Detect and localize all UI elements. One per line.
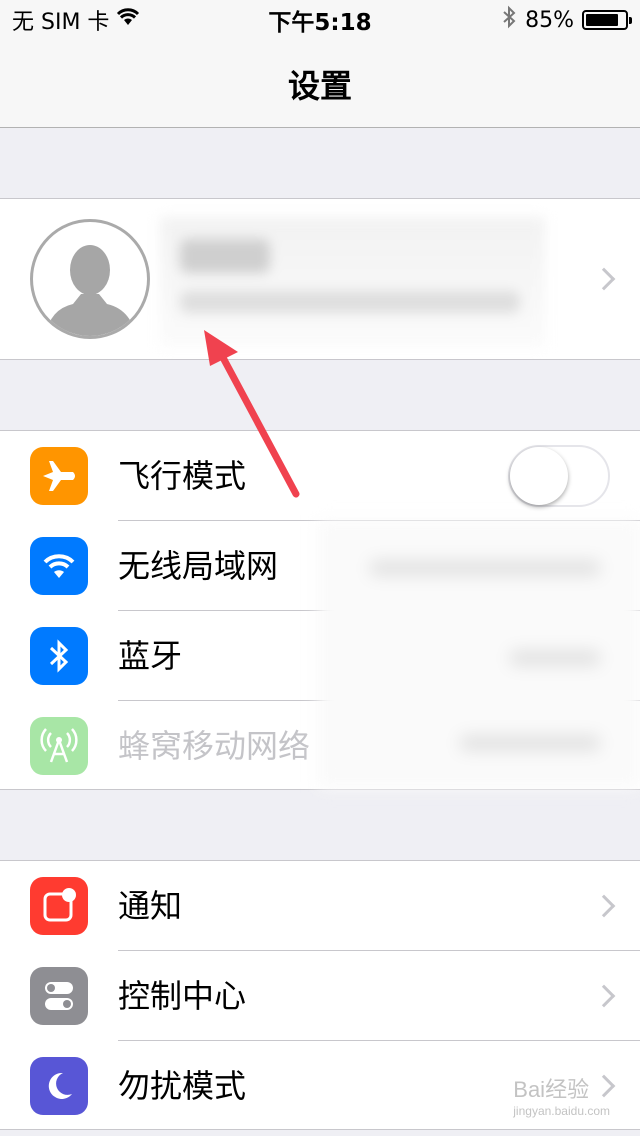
battery-percent: 85% (525, 7, 574, 33)
notifications-icon (30, 877, 88, 935)
chevron-right-icon (592, 984, 616, 1008)
watermark-domain: jingyan.baidu.com (513, 1104, 610, 1118)
wifi-icon (30, 537, 88, 595)
control-center-icon (30, 967, 88, 1025)
blurred-values (318, 520, 640, 788)
row-label: 蜂窝移动网络 (118, 727, 311, 765)
status-bar: 无 SIM 卡 下午5:18 85% (0, 0, 640, 40)
avatar (30, 219, 150, 339)
blurred-account-info (160, 217, 545, 347)
row-label: 蓝牙 (118, 637, 183, 675)
nav-bar: 设置 (0, 40, 640, 128)
chevron-right-icon (592, 267, 616, 291)
row-label: 无线局域网 (118, 547, 279, 585)
carrier-label: 无 SIM 卡 (12, 10, 110, 35)
watermark-brand: Bai经验 (513, 1077, 590, 1102)
cellular-icon (30, 717, 88, 775)
row-label: 勿扰模式 (118, 1067, 247, 1105)
row-label: 通知 (118, 887, 183, 925)
settings-row-control-center[interactable]: 控制中心 (0, 951, 640, 1041)
page-title: 设置 (287, 66, 352, 105)
chevron-right-icon (592, 894, 616, 918)
watermark: Bai经验 jingyan.baidu.com (513, 1072, 610, 1118)
battery-level (586, 14, 619, 26)
battery-icon (582, 10, 632, 30)
wifi-icon (115, 7, 141, 33)
person-silhouette-icon (45, 245, 136, 336)
moon-icon (30, 1057, 88, 1115)
status-time: 下午5:18 (268, 10, 372, 36)
settings-row-notifications[interactable]: 通知 (0, 861, 640, 951)
bluetooth-icon (501, 5, 517, 35)
profile-row[interactable] (0, 198, 640, 360)
airplane-mode-toggle[interactable] (508, 445, 610, 507)
settings-row-airplane[interactable]: 飞行模式 (0, 431, 640, 521)
toggle-knob (510, 447, 568, 505)
row-label: 飞行模式 (118, 457, 247, 495)
airplane-icon (30, 447, 88, 505)
row-label: 控制中心 (118, 977, 247, 1015)
bluetooth-icon (30, 627, 88, 685)
